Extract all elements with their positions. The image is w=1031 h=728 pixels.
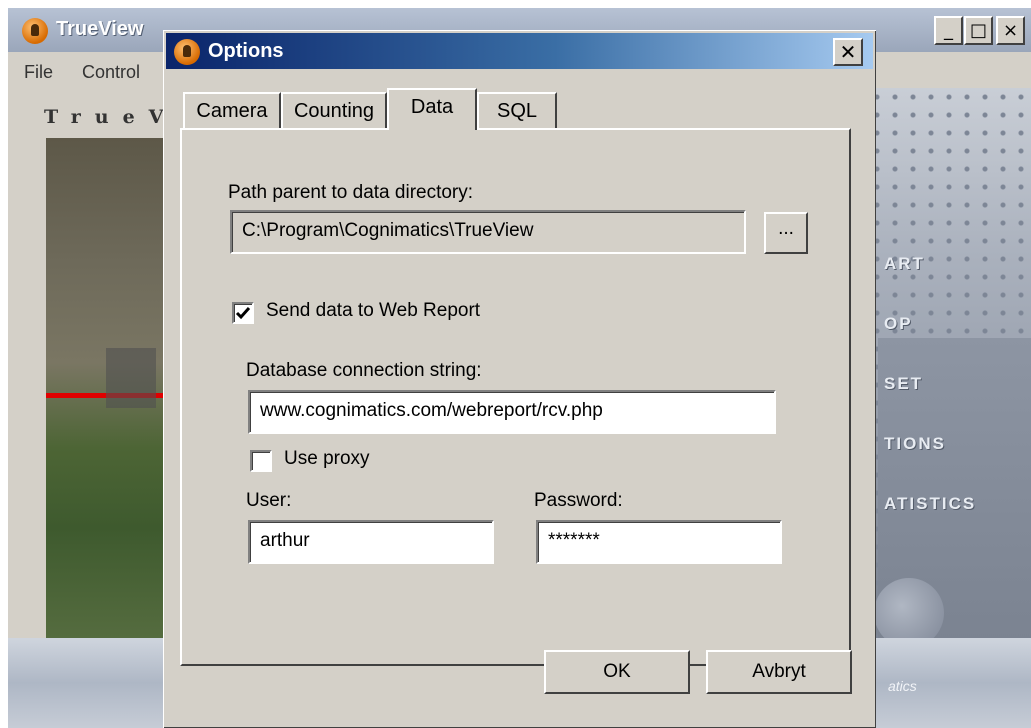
browse-button[interactable]: ... bbox=[764, 212, 808, 254]
user-label: User: bbox=[246, 490, 292, 511]
db-connection-input[interactable]: www.cognimatics.com/webreport/rcv.php bbox=[248, 390, 776, 434]
menu-file[interactable]: File bbox=[24, 62, 53, 83]
parent-footer-text: atics bbox=[888, 678, 917, 694]
command-start[interactable]: ART bbox=[884, 254, 925, 274]
window-close-button[interactable]: × bbox=[996, 16, 1025, 45]
menu-control[interactable]: Control bbox=[82, 62, 140, 83]
user-input[interactable]: arthur bbox=[248, 520, 494, 564]
command-panel bbox=[868, 88, 1031, 658]
camera-view bbox=[46, 138, 176, 638]
command-options[interactable]: TIONS bbox=[884, 434, 946, 454]
command-reset[interactable]: SET bbox=[884, 374, 923, 394]
tab-data[interactable]: Data bbox=[387, 88, 477, 130]
command-statistics[interactable]: ATISTICS bbox=[884, 494, 976, 514]
dialog-close-button[interactable]: ✕ bbox=[833, 38, 863, 66]
use-proxy-checkbox[interactable] bbox=[250, 450, 272, 472]
ok-button[interactable]: OK bbox=[544, 650, 690, 694]
db-connection-label: Database connection string: bbox=[246, 360, 482, 381]
app-icon bbox=[22, 18, 48, 44]
send-data-checkbox[interactable] bbox=[232, 302, 254, 324]
checkmark-icon bbox=[235, 307, 251, 320]
tab-counting[interactable]: Counting bbox=[281, 92, 387, 128]
options-app-icon bbox=[174, 39, 200, 65]
tab-sql[interactable]: SQL bbox=[477, 92, 557, 128]
dialog-title: Options bbox=[208, 40, 284, 62]
maximize-button[interactable]: □ bbox=[964, 16, 993, 45]
path-label: Path parent to data directory: bbox=[228, 182, 474, 203]
dialog-titlebar[interactable]: Options ✕ bbox=[166, 33, 873, 69]
use-proxy-label[interactable]: Use proxy bbox=[284, 448, 370, 470]
cancel-button[interactable]: Avbryt bbox=[706, 650, 852, 694]
data-tab-panel: Path parent to data directory: C:\Progra… bbox=[180, 128, 851, 666]
password-input[interactable]: ******* bbox=[536, 520, 782, 564]
minimize-button[interactable]: _ bbox=[934, 16, 963, 45]
command-stop[interactable]: OP bbox=[884, 314, 913, 334]
brand-text: TrueV bbox=[44, 106, 178, 128]
send-data-label[interactable]: Send data to Web Report bbox=[266, 300, 480, 322]
password-label: Password: bbox=[534, 490, 623, 511]
parent-window-title: TrueView bbox=[56, 18, 144, 40]
tab-camera[interactable]: Camera bbox=[183, 92, 281, 128]
options-dialog: Options ✕ Camera Counting Data SQL Path … bbox=[163, 30, 876, 728]
path-field[interactable]: C:\Program\Cognimatics\TrueView bbox=[230, 210, 746, 254]
